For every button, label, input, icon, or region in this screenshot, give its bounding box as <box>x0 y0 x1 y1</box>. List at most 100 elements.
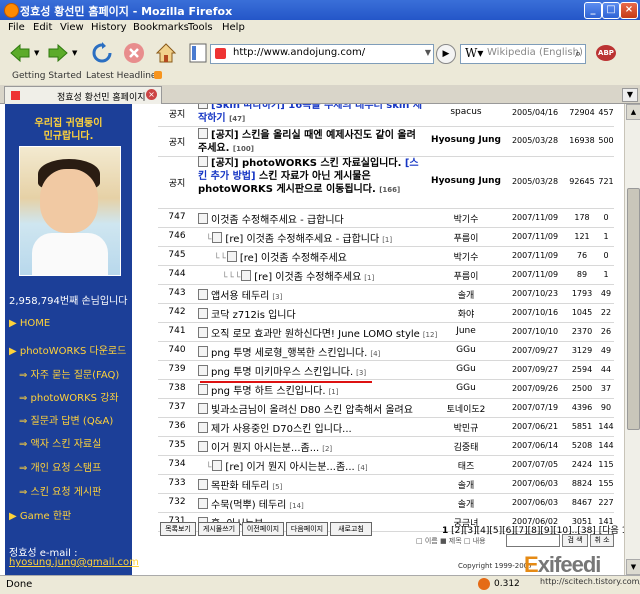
post-subject[interactable]: └ [re] 이것좀 수정해주세요 - 급합니다 [1] <box>206 230 392 245</box>
post-subject[interactable]: png 투명 미키마우스 스킨입니다. [3] <box>198 363 366 378</box>
menu-edit[interactable]: Edit <box>33 22 52 33</box>
menu-bookmarks[interactable]: Bookmarks <box>133 22 189 33</box>
post-author[interactable]: 토네이도2 <box>426 402 506 415</box>
nav-photoworks-download[interactable]: ▶ photoWORKS 다운로드 <box>9 342 126 357</box>
menu-tools[interactable]: Tools <box>188 22 213 33</box>
scroll-thumb[interactable] <box>627 188 640 430</box>
board-search-button[interactable]: 검 색 <box>562 534 588 547</box>
post-subject-text[interactable]: [re] 이것좀 수정해주세요 - 급합니다 <box>225 234 379 245</box>
post-author[interactable]: 박기수 <box>426 250 506 263</box>
post-subject-text[interactable]: [re] 이것좀 수정해주세요 <box>240 253 347 264</box>
scroll-up-icon[interactable]: ▲ <box>626 104 640 120</box>
adblock-plus-icon[interactable]: ABP <box>596 45 616 61</box>
close-tab-icon[interactable]: × <box>146 89 157 100</box>
notice-subject[interactable]: [공지] photoWORKS 스킨 자료실입니다. [스킨 추가 방법] 스킨… <box>198 156 424 197</box>
post-row[interactable]: 745 └└ [re] 이것좀 수정해주세요 박기수 2007/11/09 76 0 <box>158 246 614 266</box>
post-subject[interactable]: png 투명 세로형_행복한 스킨입니다. [4] <box>198 344 380 359</box>
post-row[interactable]: 740 png 투명 세로형_행복한 스킨입니다. [4] GGu 2007/09/27… <box>158 341 614 361</box>
post-author[interactable]: 박민규 <box>426 421 506 434</box>
email-link[interactable]: hyosung.jung@gmail.com <box>9 557 139 568</box>
notice-subject-text[interactable]: [공지] 스킨을 올리실 때엔 예제사진도 같이 올려주세요. <box>198 130 416 154</box>
board-search-input[interactable] <box>506 534 560 547</box>
close-window-button[interactable]: × <box>620 2 638 19</box>
post-subject-text[interactable]: 이것좀 수정해주세요 - 급합니다 <box>211 215 344 226</box>
next-page-button[interactable]: 다음페이지 <box>286 522 328 536</box>
post-author[interactable]: 솔개 <box>426 497 506 510</box>
nav-home[interactable]: ▶ HOME <box>9 318 50 329</box>
menu-history[interactable]: History <box>91 22 127 33</box>
post-subject-text[interactable]: png 투명 세로형_행복한 스킨입니다. <box>211 348 367 359</box>
post-subject[interactable]: 수묵(먹뿌) 테두리 [14] <box>198 496 304 511</box>
list-button[interactable]: 목록보기 <box>160 522 196 536</box>
post-row[interactable]: 741 오직 로모 효과만 원하신다면! June LOMO style [12] J… <box>158 322 614 342</box>
notice-subject[interactable]: [공지] 스킨을 올리실 때엔 예제사진도 같이 올려주세요. [100] <box>198 128 424 156</box>
post-subject-text[interactable]: [re] 이것좀 수정해주세요 <box>254 272 361 283</box>
maximize-button[interactable]: □ <box>602 2 620 19</box>
post-row[interactable]: 732 수묵(먹뿌) 테두리 [14] 솔개 2007/06/03 8467 227 <box>158 493 614 513</box>
post-author[interactable]: 솔개 <box>426 288 506 301</box>
post-subject[interactable]: 이것좀 수정해주세요 - 급합니다 <box>198 211 347 226</box>
nav-frame-skins[interactable]: ⇒ 액자 스킨 자료실 <box>19 435 101 450</box>
post-row[interactable]: 742 코닥 z712is 입니다 화야 2007/10/16 1045 22 <box>158 303 614 323</box>
search-icon[interactable]: ⌕ <box>575 47 581 61</box>
post-row[interactable]: 737 빛과소금님이 올려신 D80 스킨 압축해서 올려요 토네이도2 2007/0… <box>158 398 614 418</box>
post-subject-text[interactable]: png 투명 하트 스킨입니다. <box>211 386 326 397</box>
nav-skin-request[interactable]: ⇒ 스킨 요청 게시판 <box>19 483 101 498</box>
post-row[interactable]: 746 └ [re] 이것좀 수정해주세요 - 급합니다 [1] 푸름이 2007/11/… <box>158 227 614 247</box>
menu-help[interactable]: Help <box>222 22 245 33</box>
post-subject-text[interactable]: png 투명 미키마우스 스킨입니다. <box>211 367 353 378</box>
post-subject[interactable]: └└ [re] 이것좀 수정해주세요 <box>214 249 350 264</box>
bookmark-getting-started[interactable]: Getting Started <box>12 71 82 81</box>
post-subject[interactable]: └└└ [re] 이것좀 수정해주세요 [1] <box>222 268 374 283</box>
nav-personal-stamp[interactable]: ⇒ 개인 요청 스탬프 <box>19 459 101 474</box>
post-subject-text[interactable]: [re] 이거 뭔지 아시는분...좀... <box>225 462 354 473</box>
post-subject[interactable]: 빛과소금님이 올려신 D80 스킨 압축해서 올려요 <box>198 401 416 416</box>
bookmarks-sidebar-icon[interactable] <box>186 41 210 65</box>
post-subject[interactable]: 제가 사용중인 D70스킨 입니다... <box>198 420 355 435</box>
post-row[interactable]: 747 이것좀 수정해주세요 - 급합니다 박기수 2007/11/09 178 0 <box>158 208 614 228</box>
post-author[interactable]: 푸름이 <box>426 231 506 244</box>
post-row[interactable]: 735 이거 뭔지 아시는분...좀... [2] 김중태 2007/06/14 5208… <box>158 436 614 456</box>
post-row[interactable]: 734 └ [re] 이거 뭔지 아시는분...좀... [4] 태즈 2007/07/0… <box>158 455 614 475</box>
post-author[interactable]: 솔개 <box>426 478 506 491</box>
nav-faq[interactable]: ⇒ 자주 묻는 질문(FAQ) <box>19 366 119 381</box>
post-subject[interactable]: png 투명 하트 스킨입니다. [1] <box>198 382 338 397</box>
back-icon[interactable] <box>8 41 32 65</box>
reload-icon[interactable] <box>90 41 114 65</box>
tab-homepage[interactable]: 정효성 황선민 홈페이지 × <box>4 86 162 104</box>
post-author[interactable]: GGu <box>426 364 506 374</box>
post-author[interactable]: GGu <box>426 383 506 393</box>
post-subject-text[interactable]: 앱서용 테두리 <box>211 291 269 302</box>
prev-page-button[interactable]: 이전페이지 <box>242 522 284 536</box>
url-bar[interactable]: http://www.andojung.com/ ▼ <box>210 44 434 64</box>
post-row[interactable]: 739 png 투명 미키마우스 스킨입니다. [3] GGu 2007/09/27 25… <box>158 360 614 380</box>
post-author[interactable]: 화야 <box>426 307 506 320</box>
minimize-button[interactable]: _ <box>584 2 602 19</box>
post-row[interactable]: 736 제가 사용중인 D70스킨 입니다... 박민규 2007/06/21 5851… <box>158 417 614 437</box>
post-subject-text[interactable]: 이거 뭔지 아시는분...좀... <box>211 443 319 454</box>
post-subject[interactable]: 코닥 z712is 입니다 <box>198 306 299 321</box>
post-subject-text[interactable]: 수묵(먹뿌) 테두리 <box>211 500 286 511</box>
menu-view[interactable]: View <box>60 22 84 33</box>
post-subject-text[interactable]: 제가 사용중인 D70스킨 입니다... <box>211 424 352 435</box>
vertical-scrollbar[interactable]: ▲ ▼ <box>624 104 640 575</box>
post-author[interactable]: June <box>426 326 506 336</box>
post-author[interactable]: GGu <box>426 345 506 355</box>
post-row[interactable]: 733 목판화 테두리 [5] 솔개 2007/06/03 8824 155 <box>158 474 614 494</box>
post-subject-text[interactable]: 빛과소금님이 올려신 D80 스킨 압축해서 올려요 <box>211 405 413 416</box>
post-row[interactable]: 744 └└└ [re] 이것좀 수정해주세요 [1] 푸름이 2007/11/09 89 1 <box>158 265 614 285</box>
nav-qna[interactable]: ⇒ 질문과 답변 (Q&A) <box>19 412 113 427</box>
forward-dropdown-icon[interactable]: ▼ <box>72 49 77 57</box>
go-button[interactable]: ▶ <box>436 44 456 64</box>
post-subject-text[interactable]: 오직 로모 효과만 원하신다면! June LOMO style <box>211 329 420 340</box>
post-author[interactable]: 태즈 <box>426 459 506 472</box>
tab-list-icon[interactable]: ▼ <box>622 88 638 102</box>
notice-subject-text[interactable]: [공지] photoWORKS 스킨 자료실입니다. <box>211 158 401 169</box>
post-row[interactable]: 743 앱서용 테두리 [3] 솔개 2007/10/23 1793 49 <box>158 284 614 304</box>
post-author[interactable]: 박기수 <box>426 212 506 225</box>
notice-subject[interactable]: [Skin 따라하기] 16쪽을 주제의 대부터 skin 제작하기 [47] <box>198 104 424 126</box>
post-subject[interactable]: 이거 뭔지 아시는분...좀... [2] <box>198 439 332 454</box>
post-author[interactable]: 김중태 <box>426 440 506 453</box>
search-options[interactable]: □ 이름 ■ 제목 □ 내용 <box>416 536 486 546</box>
back-dropdown-icon[interactable]: ▼ <box>34 49 39 57</box>
